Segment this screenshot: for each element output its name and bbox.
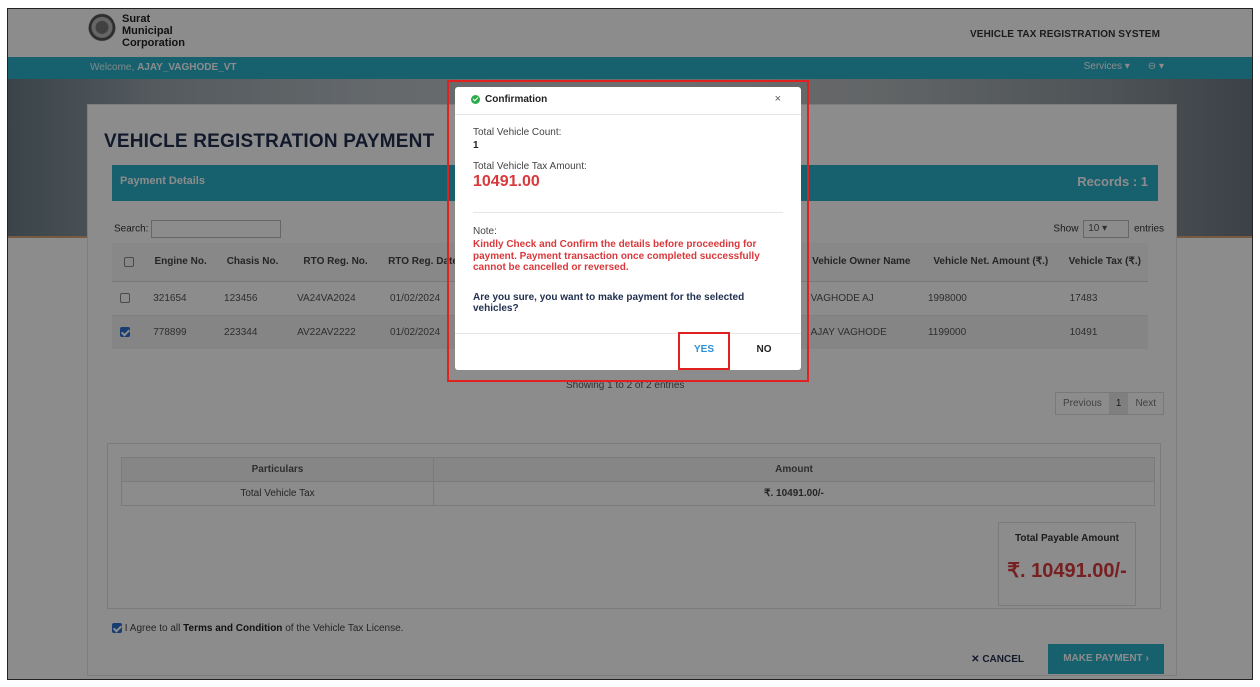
modal-title: Confirmation xyxy=(471,94,547,105)
note-label: Note: xyxy=(473,226,497,237)
confirmation-modal: Confirmation × Total Vehicle Count: 1 To… xyxy=(455,87,801,370)
vehicle-count-label: Total Vehicle Count: xyxy=(473,127,562,138)
modal-close-button[interactable]: × xyxy=(775,93,781,105)
modal-footer-divider xyxy=(455,333,801,334)
yes-button[interactable]: YES xyxy=(681,337,727,363)
tax-amount-label: Total Vehicle Tax Amount: xyxy=(473,161,587,172)
confirm-question: Are you sure, you want to make payment f… xyxy=(473,291,745,315)
no-button[interactable]: NO xyxy=(745,337,783,363)
check-circle-icon xyxy=(471,95,480,104)
modal-title-text: Confirmation xyxy=(485,94,548,105)
modal-header: Confirmation × xyxy=(455,87,801,115)
note-warning: Kindly Check and Confirm the details bef… xyxy=(473,239,760,273)
modal-note: Note: Kindly Check and Confirm the detai… xyxy=(473,226,783,315)
modal-divider xyxy=(473,212,783,213)
modal-body: Total Vehicle Count: 1 Total Vehicle Tax… xyxy=(473,127,785,191)
tax-amount-value: 10491.00 xyxy=(473,173,540,190)
vehicle-count-value: 1 xyxy=(473,140,479,151)
